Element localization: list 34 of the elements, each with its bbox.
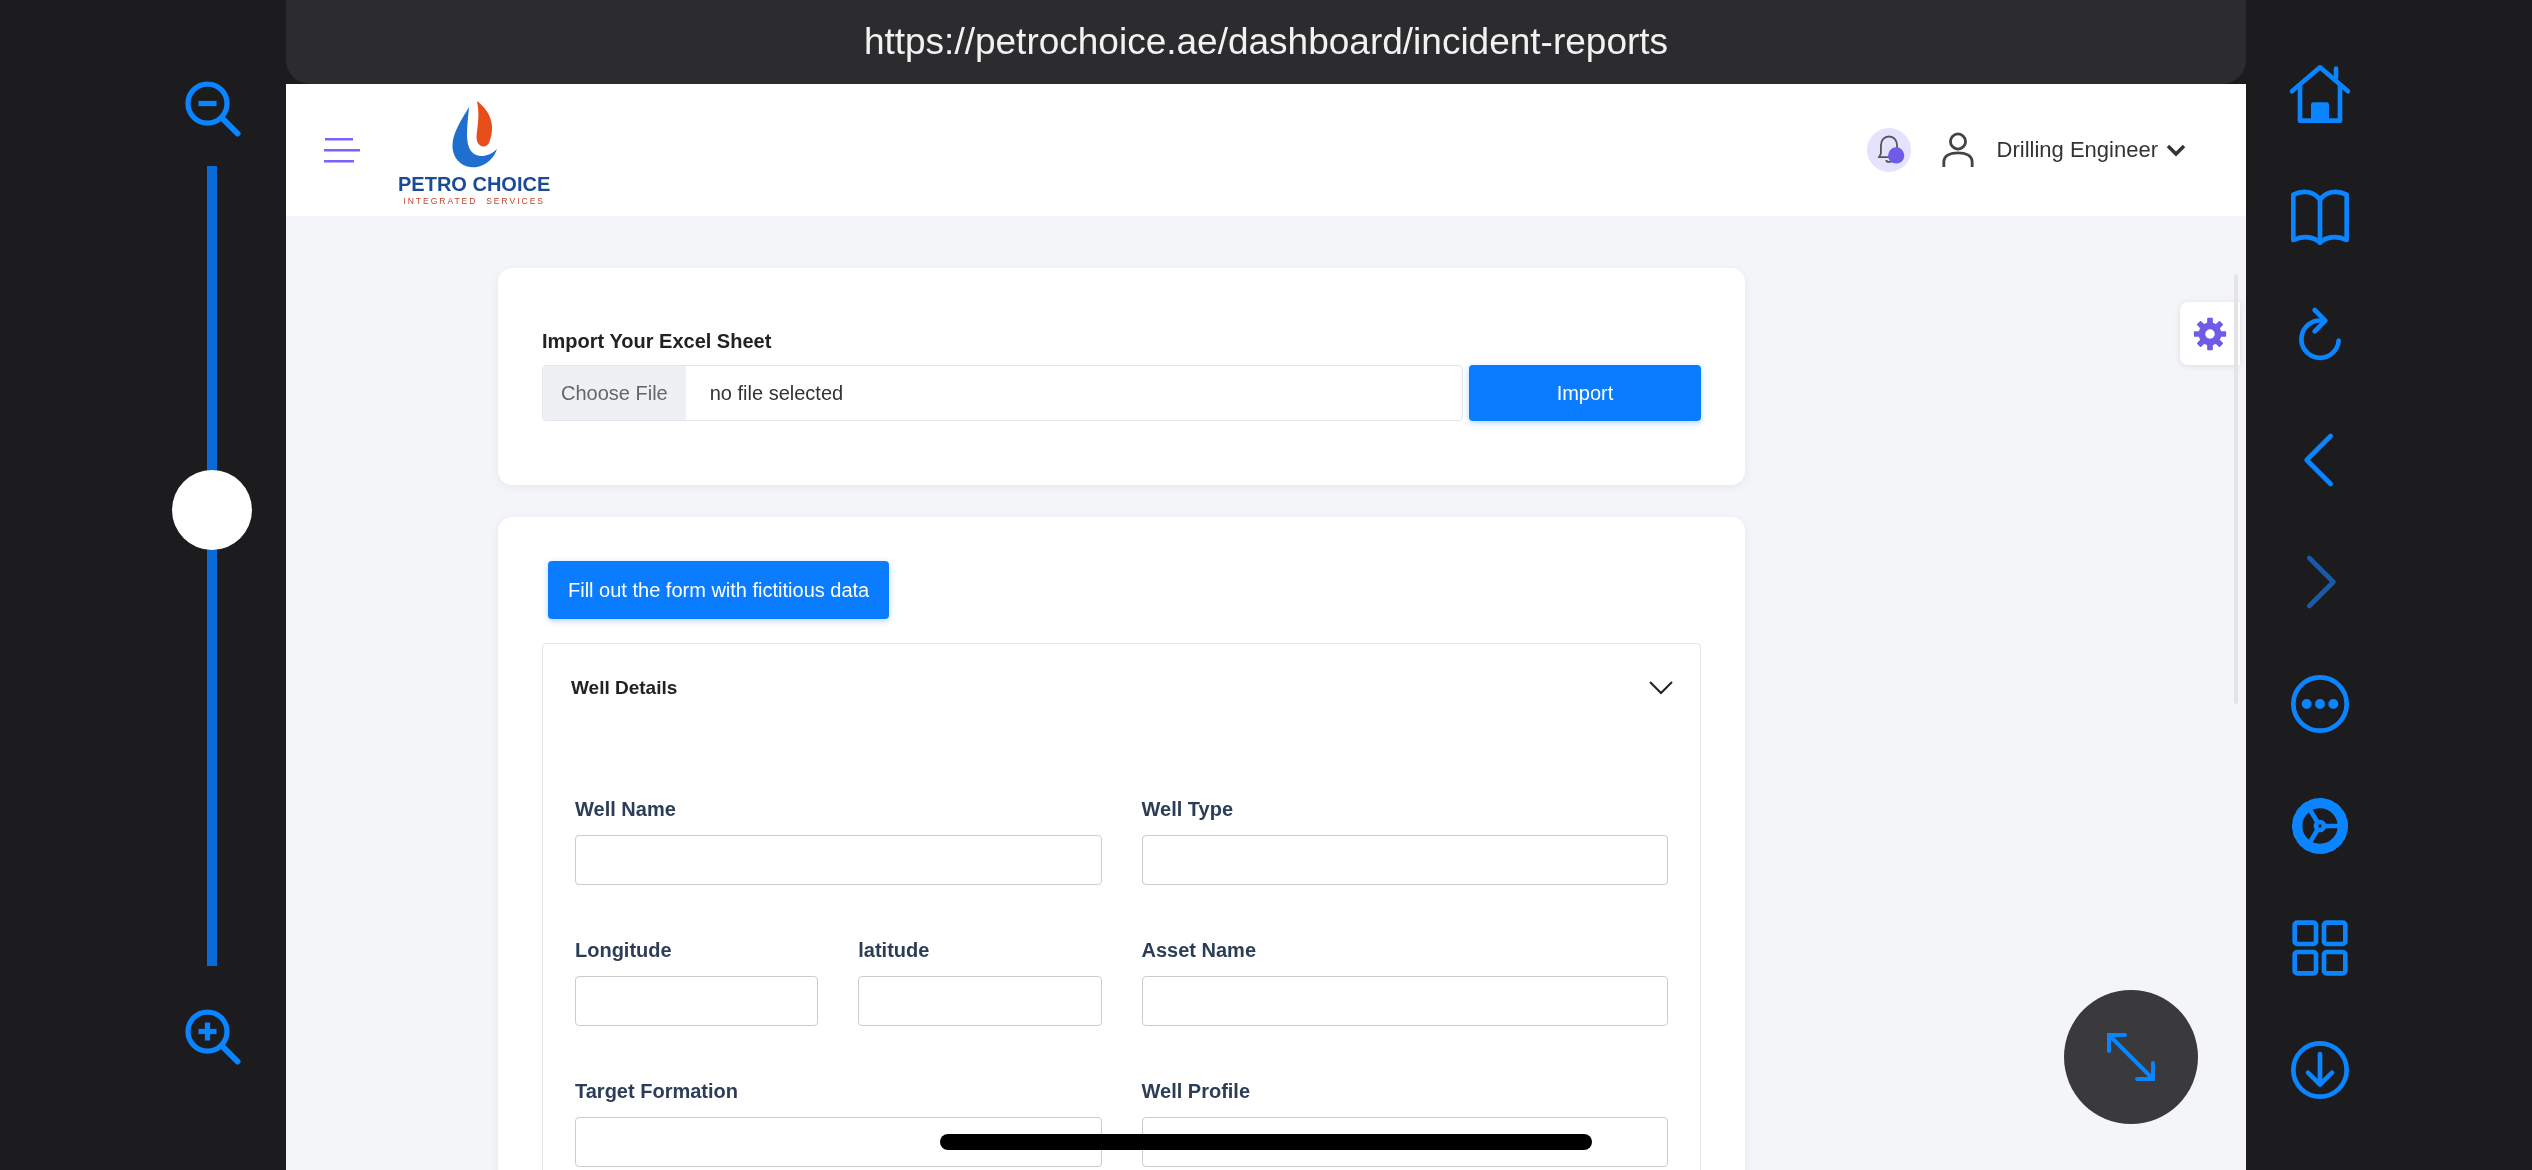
field-label: Well Type [1141,798,1234,821]
download-icon[interactable] [2288,1038,2352,1102]
settings-tab[interactable] [2180,302,2240,365]
field-label: latitude [858,939,931,962]
logo-name: PETRO CHOICE [398,172,551,196]
input-field[interactable] [575,1117,1102,1167]
section-header[interactable]: Well Details [543,644,1700,710]
input-field[interactable] [575,976,819,1026]
field-label: Well Profile [1141,1080,1252,1103]
menu-icon[interactable] [324,136,360,164]
field-label: Target Formation [575,1080,739,1103]
input-field[interactable] [858,976,1102,1026]
input-field[interactable] [575,835,1102,885]
field-label: Well Name [575,798,677,821]
home-icon[interactable] [2288,62,2352,126]
zoom-out-icon[interactable] [182,78,242,138]
more-icon[interactable] [2288,672,2352,736]
notification-button[interactable] [1866,128,1911,172]
file-status: no file selected [709,381,844,405]
user-icon[interactable] [1940,130,1975,170]
import-button[interactable]: Import [1469,365,1701,421]
import-label: Import Your Excel Sheet [542,330,773,353]
fill-form-button[interactable]: Fill out the form with fictitious data [548,561,890,619]
chevron-down-icon [2166,143,2186,157]
file-input[interactable]: Choose File no file selected [542,365,1463,421]
user-menu-button[interactable]: Drilling Engineer [1996,137,2186,163]
address-bar[interactable]: https://petrochoice.ae/dashboard/incident-reports [286,0,2246,84]
choose-file-button[interactable]: Choose File [543,366,686,420]
logo-tagline: INTEGRATED SERVICES [403,195,545,206]
zoom-in-icon[interactable] [182,1006,242,1066]
input-field[interactable] [1141,976,1668,1026]
input-field[interactable] [1141,835,1668,885]
field-label: Asset Name [1141,939,1257,962]
field-label: Longitude [575,939,673,962]
